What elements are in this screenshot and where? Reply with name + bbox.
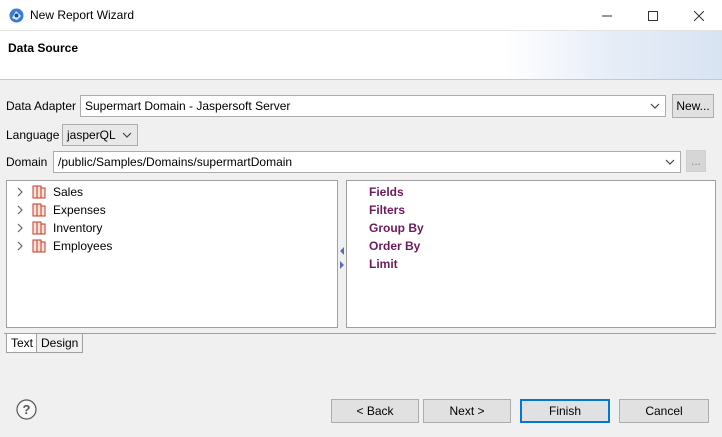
svg-text:?: ? (23, 402, 31, 417)
expand-arrow-icon[interactable] (15, 239, 25, 253)
domain-browse-button[interactable]: ... (686, 150, 706, 172)
clause-filters[interactable]: Filters (369, 203, 405, 217)
domain-tree[interactable]: Sales Expenses Inventory Employees (6, 180, 338, 328)
page-title: Data Source (8, 41, 79, 55)
set-folder-icon (32, 239, 46, 253)
tree-item[interactable]: Employees (7, 237, 337, 255)
language-select[interactable]: jasperQL (62, 124, 138, 146)
tree-item-label: Expenses (53, 203, 106, 217)
minimize-icon (602, 15, 612, 16)
new-adapter-button[interactable]: New... (672, 94, 714, 118)
tree-item[interactable]: Sales (7, 183, 337, 201)
chevron-down-icon (122, 132, 132, 138)
maximize-button[interactable] (630, 0, 676, 31)
clause-order-by[interactable]: Order By (369, 239, 420, 253)
clause-fields[interactable]: Fields (369, 185, 404, 199)
set-folder-icon (32, 185, 46, 199)
window-titlebar: New Report Wizard (0, 0, 722, 31)
tab-strip-divider (4, 333, 716, 334)
data-adapter-select[interactable]: Supermart Domain - Jaspersoft Server (80, 95, 666, 117)
chevron-down-icon (665, 159, 675, 165)
clause-group-by[interactable]: Group By (369, 221, 424, 235)
tree-item[interactable]: Expenses (7, 201, 337, 219)
tab-text[interactable]: Text (6, 334, 39, 353)
close-icon (694, 10, 704, 21)
language-label: Language (6, 128, 60, 142)
set-folder-icon (32, 203, 46, 217)
wizard-header: Data Source (0, 31, 722, 80)
maximize-icon (648, 10, 658, 21)
close-button[interactable] (676, 0, 722, 31)
domain-value: /public/Samples/Domains/supermartDomain (58, 155, 293, 169)
chevron-down-icon (650, 103, 660, 109)
window-title: New Report Wizard (30, 8, 135, 22)
set-folder-icon (32, 221, 46, 235)
next-button[interactable]: Next > (423, 399, 511, 423)
domain-select[interactable]: /public/Samples/Domains/supermartDomain (53, 151, 681, 173)
cancel-button[interactable]: Cancel (619, 399, 709, 423)
minimize-button[interactable] (584, 0, 630, 31)
jaspersoft-studio-icon (9, 8, 24, 23)
expand-arrow-icon[interactable] (15, 203, 25, 217)
tab-design[interactable]: Design (36, 334, 84, 353)
query-outline[interactable]: Fields Filters Group By Order By Limit (346, 180, 716, 328)
tree-item[interactable]: Inventory (7, 219, 337, 237)
footer-divider (0, 380, 722, 381)
back-button[interactable]: < Back (331, 399, 419, 423)
tree-item-label: Employees (53, 239, 113, 253)
data-adapter-value: Supermart Domain - Jaspersoft Server (85, 99, 291, 113)
help-icon[interactable]: ? (16, 399, 37, 420)
language-value: jasperQL (67, 128, 116, 142)
expand-arrow-icon[interactable] (15, 185, 25, 199)
finish-button[interactable]: Finish (520, 399, 610, 423)
expand-arrow-icon[interactable] (15, 221, 25, 235)
tree-item-label: Inventory (53, 221, 103, 235)
clause-limit[interactable]: Limit (369, 257, 398, 271)
splitter-arrows-icon[interactable] (338, 245, 346, 271)
data-adapter-label: Data Adapter (6, 99, 77, 113)
domain-label: Domain (6, 155, 48, 169)
tree-item-label: Sales (53, 185, 84, 199)
